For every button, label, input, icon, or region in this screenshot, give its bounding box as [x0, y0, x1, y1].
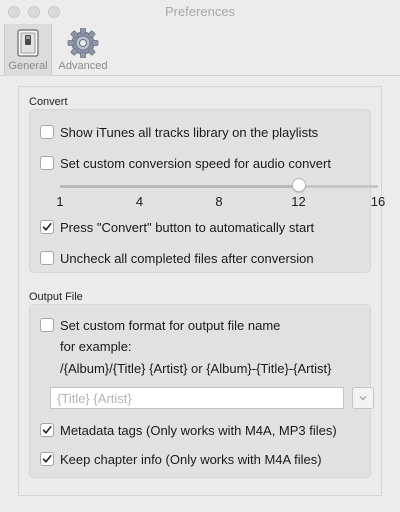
metadata-tags-option[interactable]: Metadata tags (Only works with M4A, MP3 …	[40, 422, 337, 438]
speed-slider-knob[interactable]	[291, 178, 306, 192]
auto-start-option[interactable]: Press "Convert" button to automatically …	[40, 219, 314, 235]
format-input[interactable]	[51, 388, 343, 408]
format-example-label: for example:	[60, 339, 132, 354]
tab-advanced[interactable]: Advanced	[54, 24, 112, 76]
window-title: Preferences	[164, 4, 236, 19]
custom-speed-label: Set custom conversion speed for audio co…	[60, 155, 331, 171]
tab-general[interactable]: General	[4, 24, 52, 76]
speed-tick-label: 8	[215, 194, 223, 209]
uncheck-completed-checkbox[interactable]	[40, 251, 54, 265]
tab-advanced-label: Advanced	[58, 60, 108, 72]
metadata-tags-label: Metadata tags (Only works with M4A, MP3 …	[60, 422, 337, 438]
speed-tick-label: 1	[56, 194, 64, 209]
custom-format-label: Set custom format for output file name	[60, 317, 281, 333]
speed-tick-label: 16	[370, 194, 386, 209]
general-pane: Convert Show iTunes all tracks library o…	[18, 86, 385, 496]
format-input-wrapper	[50, 387, 344, 409]
gear-icon	[67, 28, 99, 58]
output-group: Set custom format for output file name f…	[29, 304, 374, 478]
show-itunes-option[interactable]: Show iTunes all tracks library on the pl…	[40, 124, 318, 140]
show-itunes-checkbox[interactable]	[40, 125, 54, 139]
metadata-tags-checkbox[interactable]	[40, 423, 54, 437]
checkmark-icon	[42, 426, 52, 434]
checkmark-icon	[42, 223, 52, 231]
custom-format-option[interactable]: Set custom format for output file name	[40, 317, 280, 333]
uncheck-completed-option[interactable]: Uncheck all completed files after conver…	[40, 250, 314, 266]
convert-group: Show iTunes all tracks library on the pl…	[29, 109, 385, 273]
switch-icon	[17, 29, 39, 57]
output-section-title: Output File	[29, 291, 83, 303]
speed-tick-label: 4	[135, 194, 144, 209]
show-itunes-label: Show iTunes all tracks library on the pl…	[60, 124, 319, 140]
custom-format-checkbox[interactable]	[40, 318, 54, 332]
speed-tick-label: 12	[291, 194, 306, 209]
custom-speed-checkbox[interactable]	[40, 156, 54, 170]
chapter-info-option[interactable]: Keep chapter info (Only works with M4A f…	[40, 451, 322, 467]
custom-speed-option[interactable]: Set custom conversion speed for audio co…	[40, 155, 331, 171]
convert-section-title: Convert	[29, 96, 68, 108]
auto-start-label: Press "Convert" button to automatically …	[60, 219, 315, 235]
chapter-info-label: Keep chapter info (Only works with M4A f…	[60, 451, 322, 467]
title-bar: Preferences	[0, 0, 400, 24]
format-example-value: /{Album}/{Title} {Artist} or {Album}-{Ti…	[60, 361, 332, 376]
preferences-toolbar: General Advanced	[0, 24, 400, 76]
chapter-info-checkbox[interactable]	[40, 452, 54, 466]
uncheck-completed-label: Uncheck all completed files after conver…	[60, 250, 314, 266]
speed-slider-track[interactable]	[60, 185, 378, 188]
checkmark-icon	[42, 455, 52, 463]
format-dropdown-button[interactable]	[352, 387, 374, 409]
chevron-down-icon	[359, 396, 367, 401]
auto-start-checkbox[interactable]	[40, 220, 54, 234]
tab-general-label: General	[8, 60, 48, 72]
speed-slider-fill	[60, 185, 299, 188]
